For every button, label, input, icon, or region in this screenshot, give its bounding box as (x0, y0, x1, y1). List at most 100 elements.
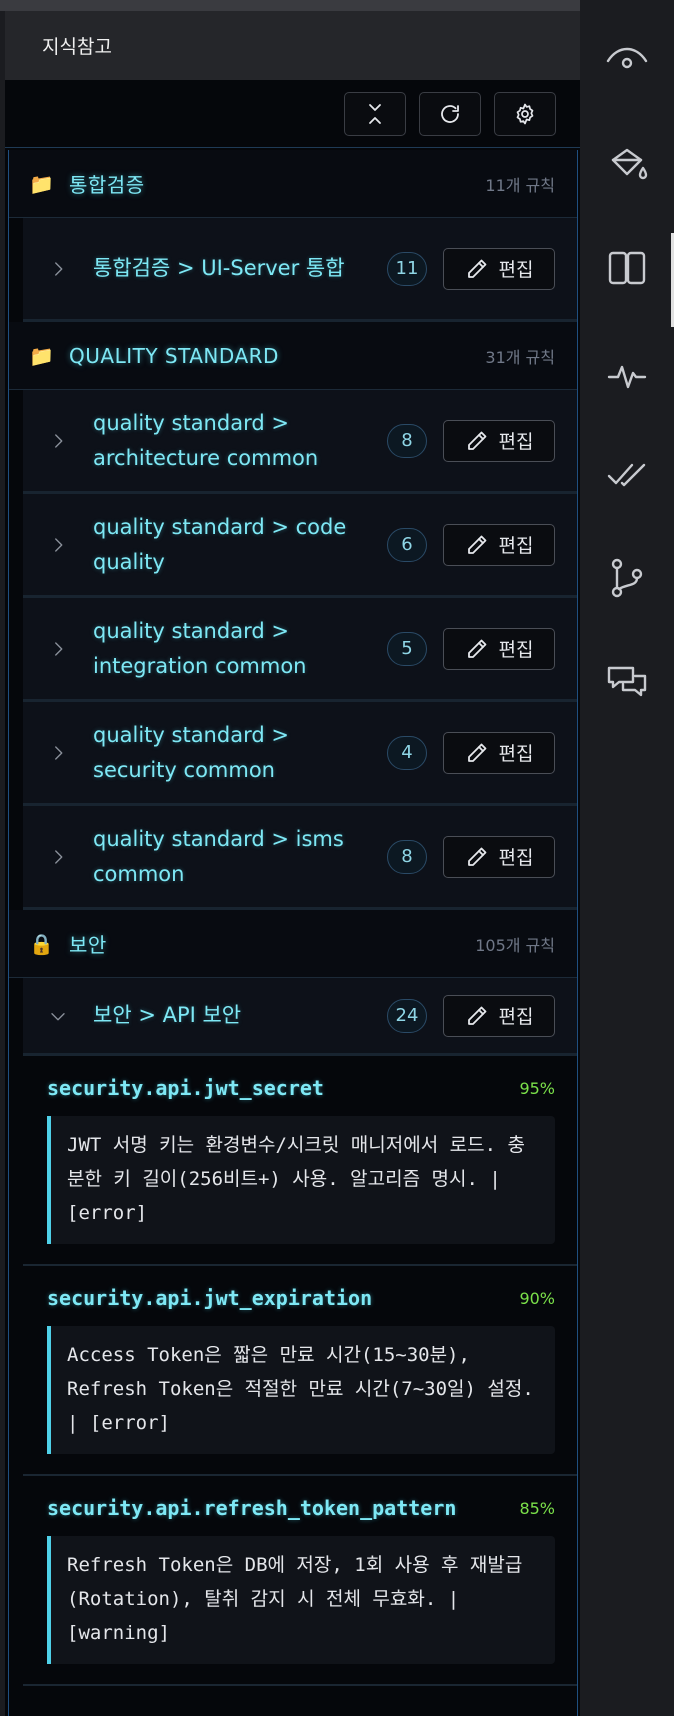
rule-count-badge: 6 (387, 527, 427, 562)
edit-label: 편집 (498, 847, 534, 869)
rule-tree: 📁 통합검증 11개 규칙통합검증 > UI-Server 통합 11 편집 📁 QUALI… (8, 150, 578, 1716)
panel-toolbar (5, 80, 580, 148)
pencil-icon (467, 535, 486, 554)
pencil-icon (467, 847, 486, 866)
pencil-icon (467, 639, 486, 658)
edit-button[interactable]: 편집 (443, 523, 555, 566)
edit-button[interactable]: 편집 (443, 419, 555, 462)
rule-id: security.api.jwt_secret (47, 1076, 324, 1100)
edit-label: 편집 (498, 639, 534, 661)
rule-count-badge: 8 (387, 839, 427, 874)
edit-label: 편집 (498, 535, 534, 557)
activity-pulse-button[interactable] (580, 340, 674, 410)
collapse-all-button[interactable] (344, 91, 406, 136)
edit-label: 편집 (498, 743, 534, 765)
subcategory-name: quality standard > integration common (93, 618, 307, 678)
rule-card[interactable]: security.api.jwt_secret 95% JWT 서명 키는 환경변수… (23, 1056, 577, 1266)
activity-double-check-button[interactable] (580, 437, 674, 507)
chevron-right-icon[interactable] (23, 744, 93, 762)
pencil-icon (467, 431, 486, 450)
chat-bubbles-icon (607, 666, 647, 697)
chevron-right-icon[interactable] (23, 848, 93, 866)
chevron-right-icon[interactable] (23, 536, 93, 554)
category-name: 보안 (69, 933, 107, 957)
category-header[interactable]: 📁 QUALITY STANDARD 31개 규칙 (9, 322, 577, 390)
git-branch-icon (611, 558, 643, 598)
lock-icon: 🔒 (29, 931, 54, 956)
subcategory-name: quality standard > code quality (93, 514, 347, 574)
rule-count-badge: 11 (387, 251, 427, 286)
rule-description: Access Token은 짧은 만료 시간(15~30분), Refresh … (47, 1326, 555, 1454)
subcategory-row[interactable]: 통합검증 > UI-Server 통합 11 편집 (23, 218, 577, 322)
refresh-icon (441, 104, 459, 123)
edit-button[interactable]: 편집 (443, 835, 555, 878)
chevron-right-icon[interactable] (23, 432, 93, 450)
subcategory-name: quality standard > architecture common (93, 410, 319, 470)
edit-button[interactable]: 편집 (443, 994, 555, 1037)
rule-count-badge: 8 (387, 423, 427, 458)
subcategory-row[interactable]: 보안 > API 보안 24 편집 (23, 978, 577, 1056)
subcategory-name: 보안 > API 보안 (93, 1003, 242, 1027)
category-rule-count: 105개 규칙 (475, 935, 555, 955)
rule-count-badge: 24 (387, 998, 427, 1033)
edit-label: 편집 (498, 259, 534, 281)
activity-book-button[interactable] (580, 233, 674, 327)
rule-header: security.api.jwt_secret 95% (47, 1076, 555, 1100)
pencil-icon (467, 1006, 486, 1025)
category-rule-count: 31개 규칙 (485, 347, 555, 367)
edit-button[interactable]: 편집 (443, 731, 555, 774)
chevron-right-icon[interactable] (23, 640, 93, 658)
category-header[interactable]: 🔒 보안 105개 규칙 (9, 910, 577, 978)
chevron-right-icon[interactable] (23, 260, 93, 278)
rule-description: JWT 서명 키는 환경변수/시크릿 매니저에서 로드. 충분한 키 길이(25… (47, 1116, 555, 1244)
pulse-icon (607, 365, 647, 389)
edit-label: 편집 (498, 1006, 534, 1028)
rule-confidence: 85% (519, 1498, 555, 1518)
subcategory-name: quality standard > isms common (93, 826, 344, 886)
panel-titlebar: 지식참고 (5, 11, 580, 80)
rule-confidence: 90% (519, 1288, 555, 1308)
settings-button[interactable] (494, 91, 556, 136)
subcategory-name: quality standard > security common (93, 722, 289, 782)
edit-button[interactable]: 편집 (443, 247, 555, 290)
subcategory-name: 통합검증 > UI-Server 통합 (93, 256, 345, 280)
subcategory-row[interactable]: quality standard > architecture common 8 편… (23, 390, 577, 494)
top-strip (0, 0, 580, 11)
pencil-icon (467, 259, 486, 278)
category-header[interactable]: 📁 통합검증 11개 규칙 (9, 150, 577, 218)
rule-card[interactable]: security.api.jwt_expiration 90% Access Tok… (23, 1266, 577, 1476)
category-name: 통합검증 (69, 173, 145, 197)
collapse-all-icon (369, 103, 381, 124)
activity-paint-bucket-button[interactable] (580, 129, 674, 199)
category-name: QUALITY STANDARD (69, 343, 279, 368)
activity-git-branch-button[interactable] (580, 543, 674, 613)
rule-description: Refresh Token은 DB에 저장, 1회 사용 후 재발급(Rotat… (47, 1536, 555, 1664)
book-icon (608, 251, 646, 285)
subcategory-row[interactable]: quality standard > code quality 6 편집 (23, 494, 577, 598)
activity-bar (580, 0, 674, 1716)
activity-eye-button[interactable] (580, 24, 674, 94)
eye-icon (606, 47, 648, 69)
paint-bucket-icon (611, 148, 648, 180)
edit-button[interactable]: 편집 (443, 627, 555, 670)
rule-count-badge: 5 (387, 631, 427, 666)
gear-icon (516, 103, 534, 124)
subcategory-row[interactable]: quality standard > isms common 8 편집 (23, 806, 577, 910)
edit-label: 편집 (498, 431, 534, 453)
folder-icon: 📁 (29, 171, 54, 196)
rule-confidence: 95% (519, 1078, 555, 1098)
pencil-icon (467, 743, 486, 762)
rule-header: security.api.jwt_expiration 90% (47, 1286, 555, 1310)
chevron-down-icon[interactable] (23, 1007, 93, 1025)
activity-chat-bubbles-button[interactable] (580, 647, 674, 717)
panel-title: 지식참고 (42, 36, 112, 58)
rule-card[interactable]: security.api.refresh_token_pattern 85% Ref… (23, 1476, 577, 1686)
subcategory-row[interactable]: quality standard > integration common 5 편집 (23, 598, 577, 702)
refresh-button[interactable] (419, 91, 481, 136)
rule-id: security.api.jwt_expiration (47, 1286, 373, 1310)
double-check-icon (607, 463, 646, 487)
subcategory-row[interactable]: quality standard > security common 4 편집 (23, 702, 577, 806)
folder-icon: 📁 (29, 343, 54, 368)
category-rule-count: 11개 규칙 (485, 175, 555, 195)
rule-count-badge: 4 (387, 735, 427, 770)
